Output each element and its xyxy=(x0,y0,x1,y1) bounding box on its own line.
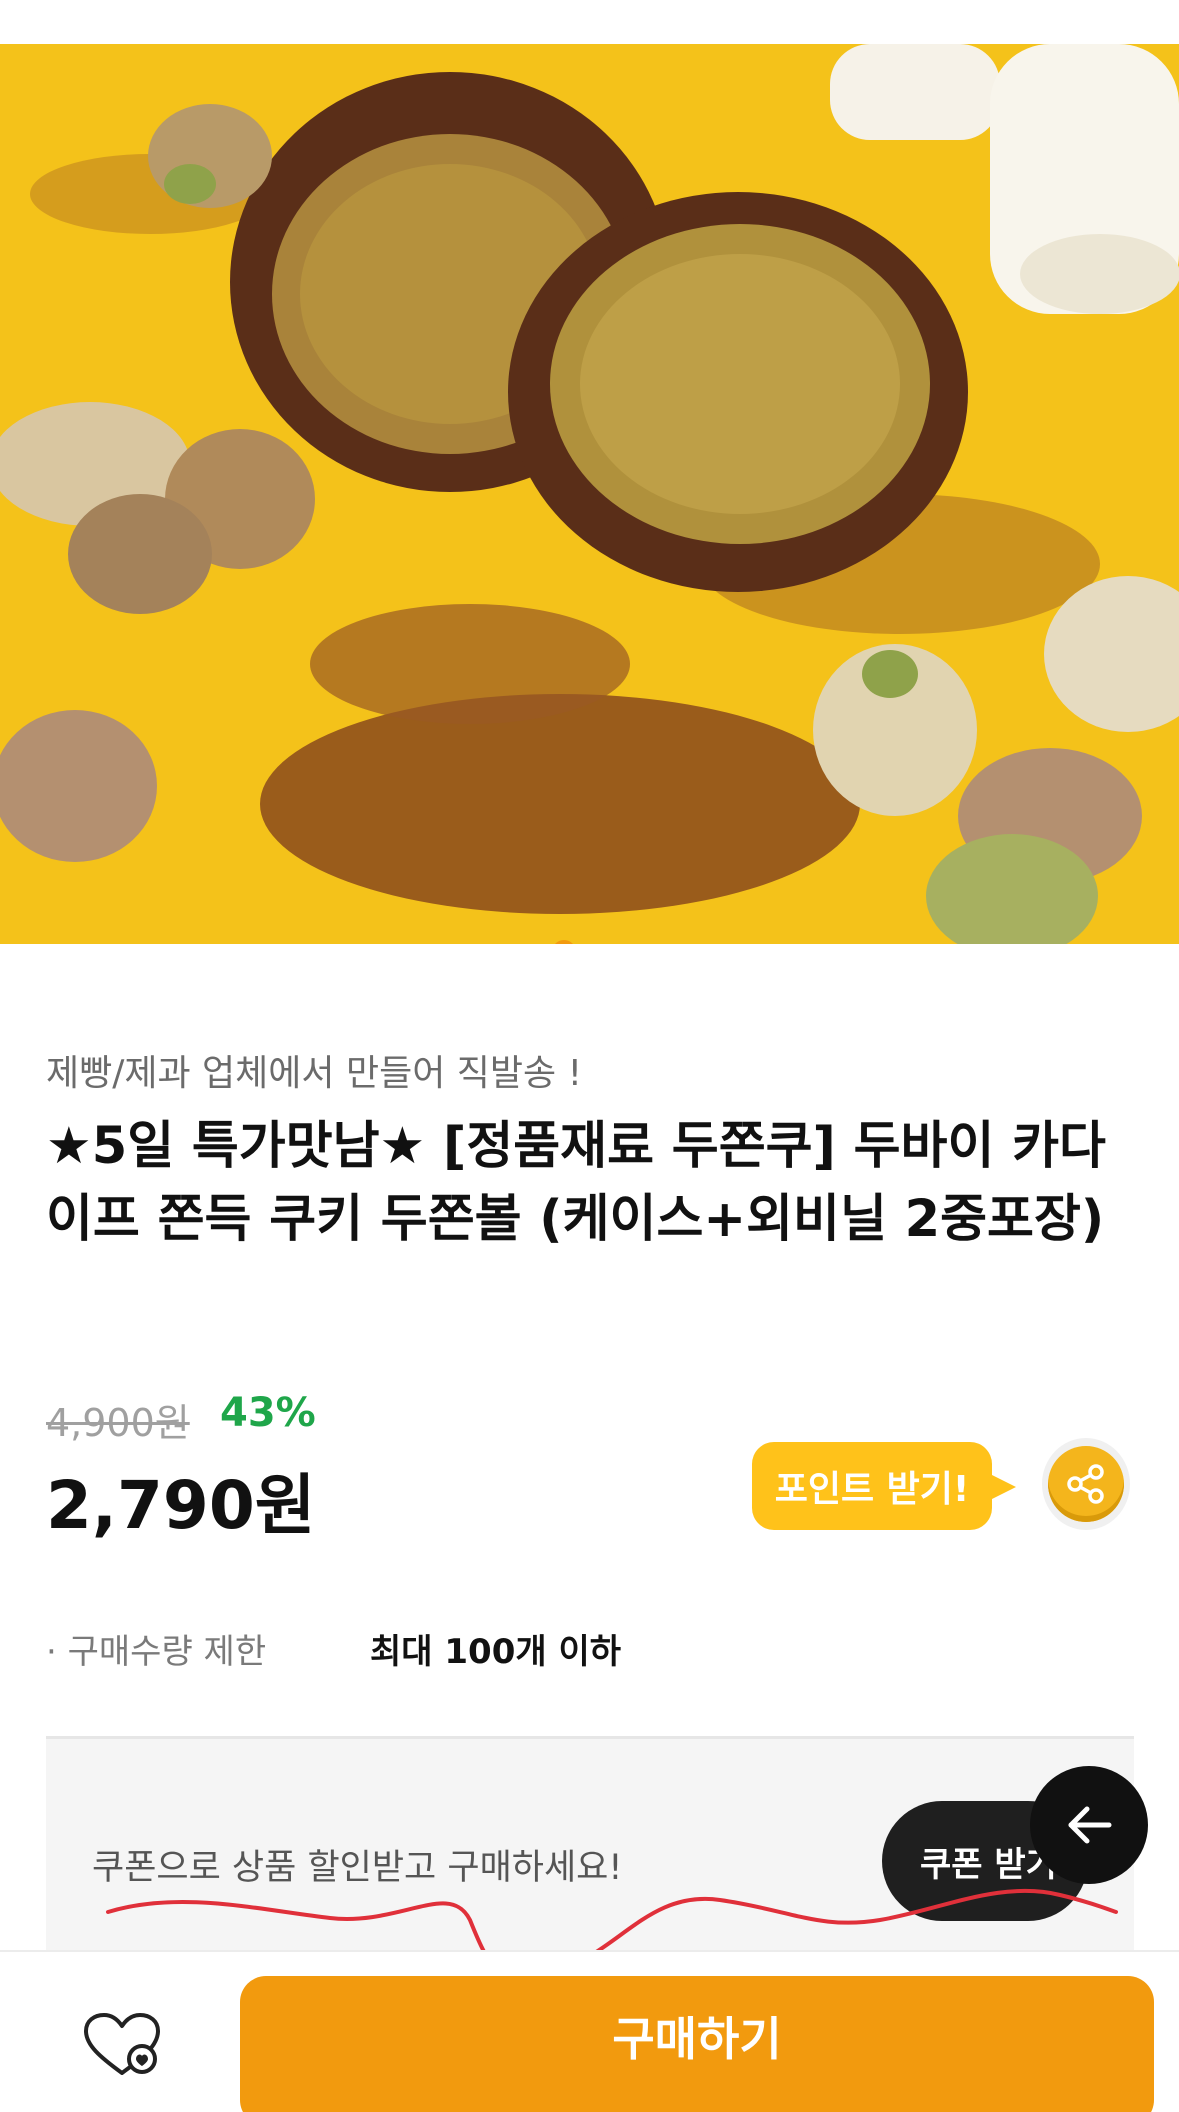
point-bubble-label: 포인트 받기! xyxy=(774,1469,970,1510)
share-icon xyxy=(1067,1464,1104,1504)
carousel-dot-active[interactable] xyxy=(551,940,576,944)
status-bar-area xyxy=(0,0,1179,44)
product-photo xyxy=(0,44,1179,944)
product-title: ★5일 특가맛남★ [정품재료 두쫀쿠] 두바이 카다이프 쫀득 쿠키 두쫀볼 … xyxy=(46,1117,1106,1249)
like-button[interactable] xyxy=(70,2006,174,2086)
sale-price: 2,790원 xyxy=(46,1467,316,1544)
point-bubble[interactable]: 포인트 받기! xyxy=(752,1442,1016,1530)
product-subtitle: 제빵/제과 업체에서 만들어 직발송 ! xyxy=(46,1053,583,1094)
buy-button[interactable]: 구매하기 xyxy=(240,1976,1154,2112)
discount-rate: 43% xyxy=(220,1390,316,1436)
coupon-text: 쿠폰으로 상품 할인받고 구매하세요! xyxy=(92,1848,623,1888)
purchase-limit-value: 최대 100개 이하 xyxy=(370,1632,622,1672)
back-button[interactable] xyxy=(1030,1766,1148,1884)
product-image-carousel[interactable] xyxy=(0,44,1179,944)
heart-icon xyxy=(84,2013,160,2075)
buy-button-label: 구매하기 xyxy=(612,2012,782,2066)
carousel-indicator xyxy=(0,932,1179,944)
bottom-action-bar: 구매하기 xyxy=(0,1950,1179,2112)
arrow-left-icon xyxy=(1068,1806,1112,1844)
share-button[interactable] xyxy=(1042,1438,1130,1530)
original-price: 4,900원 xyxy=(46,1401,190,1445)
purchase-limit-label: · 구매수량 제한 xyxy=(46,1632,267,1672)
coupon-banner: 쿠폰으로 상품 할인받고 구매하세요! 쿠폰 받기 xyxy=(46,1736,1134,1956)
